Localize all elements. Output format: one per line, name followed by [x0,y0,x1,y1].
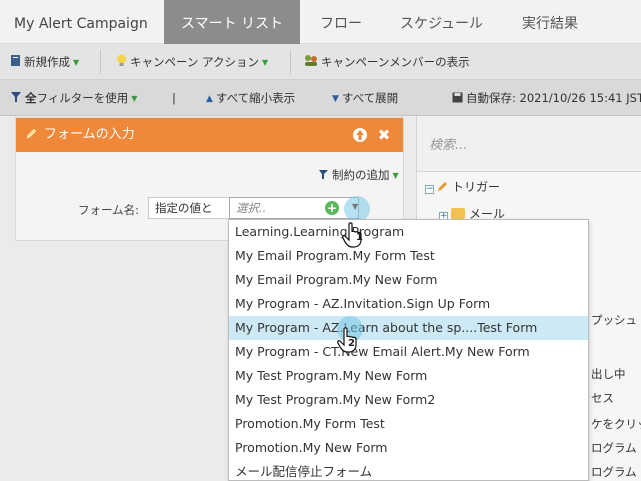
pencil-icon [26,119,38,139]
expand-icon: ▼ [332,93,339,104]
main-toolbar: 新規作成 ▼ キャンペーン アクション ▼ キャンペーンメンバーの表示 [0,44,641,80]
add-constraint-label: 制約の追加 [332,168,390,182]
use-filters-button[interactable]: 全フィルターを使用 ▼ [10,80,137,116]
dropdown-option[interactable]: My Program - AZ.Invitation.Sign Up Form [229,292,588,316]
operator-value: 指定の値と [155,201,213,215]
show-members-button[interactable]: キャンペーンメンバーの表示 [304,44,470,80]
expand-all-label: すべて展開 [341,91,399,105]
dropdown-option[interactable]: Promotion.My New Form [229,436,588,460]
toolbar-divider [290,50,291,74]
search-placeholder: 検索... [429,138,468,153]
tree-label-triggers: トリガー [452,180,501,194]
add-constraint-button[interactable]: 制約の追加 ▼ [318,167,399,183]
campaign-action-label: キャンペーン アクション [130,55,260,69]
use-filters-label: フィルターを使用 [36,91,129,105]
add-value-icon[interactable]: + [325,201,339,215]
collapse-all-button[interactable]: ▲ すべて縮小表示 [206,80,295,116]
tab-flow[interactable]: フロー [306,0,376,44]
filter-header: フォームの入力 ✖ [16,118,403,152]
dropdown-option[interactable]: My Email Program.My Form Test [229,244,588,268]
dropdown-option-highlighted[interactable]: My Program - AZ.Learn about the sp....Te… [229,316,588,340]
tree-item-partial[interactable]: ログラム・ [591,464,641,480]
filter-title: フォームの入力 [44,127,135,142]
filter-toolbar: 全フィルターを使用 ▼ | ▲ すべて縮小表示 ▼ すべて展開 自動保存: 2021/… [0,80,641,116]
lightbulb-icon [116,45,127,81]
tree-item-partial[interactable]: 出し中 [591,366,626,382]
form-name-label: フォーム名: [78,203,140,217]
toolbar-divider [100,50,101,74]
folder-icon [451,208,465,219]
form-dropdown-list: Learning.Learning Program My Email Progr… [228,219,589,481]
tree-item-partial[interactable]: セス [591,390,614,406]
search-input[interactable]: 検索... [417,116,641,172]
operator-select[interactable]: 指定の値と ▼ [148,197,240,219]
form-value-combobox[interactable]: 選択.. [229,197,359,219]
dropdown-option[interactable]: My Email Program.My New Form [229,268,588,292]
dropdown-option[interactable]: Learning.Learning Program [229,220,588,244]
people-icon [304,45,318,81]
filter-icon [318,169,329,183]
dropdown-option[interactable]: My Test Program.My New Form2 [229,388,588,412]
chevron-down-icon: ▼ [352,202,359,211]
top-tab-bar: My Alert Campaign スマート リスト フロー スケジュール 実行… [0,0,641,44]
tab-results[interactable]: 実行結果 [508,0,592,44]
save-icon [452,81,463,117]
use-filters-prefix: 全 [25,91,37,105]
step-number-2: 2 [348,338,355,349]
new-button[interactable]: 新規作成 ▼ [10,44,79,80]
chevron-down-icon: ▼ [131,93,138,103]
new-button-label: 新規作成 [24,55,70,69]
close-icon[interactable]: ✖ [376,127,392,143]
step-number-1: 1 [356,232,363,243]
chevron-down-icon: ▼ [262,57,269,67]
chevron-down-icon: ▼ [392,171,399,180]
filter-icon [10,81,22,117]
tab-schedule[interactable]: スケジュール [386,0,497,44]
new-document-icon [10,45,21,81]
show-members-label: キャンペーンメンバーの表示 [321,55,470,69]
chevron-down-icon: ▼ [73,57,80,67]
tab-smart-list[interactable]: スマート リスト [164,0,300,44]
dropdown-option[interactable]: メール配信停止フォーム [229,460,588,480]
tree-item-partial[interactable]: プッシュ [591,312,637,328]
move-up-icon[interactable] [352,127,368,143]
tree-node-triggers[interactable]: − トリガー [425,178,500,195]
campaign-title: My Alert Campaign [14,16,148,32]
autosave-text: 自動保存: 2021/10/26 15:41 JST [466,91,641,105]
toolbar-divider: | [172,91,176,105]
tree-item-partial[interactable]: ケをクリッ [591,416,641,432]
collapse-toggle-icon[interactable]: − [425,185,434,194]
collapse-all-label: すべて縮小表示 [215,91,296,105]
dropdown-option[interactable]: My Test Program.My New Form [229,364,588,388]
combo-placeholder: 選択.. [236,201,267,215]
autosave-status: 自動保存: 2021/10/26 15:41 JST [452,80,641,116]
expand-all-button[interactable]: ▼ すべて展開 [332,80,398,116]
dropdown-option[interactable]: Promotion.My Form Test [229,412,588,436]
campaign-action-button[interactable]: キャンペーン アクション ▼ [116,44,268,80]
tree-item-partial[interactable]: ログラム・ [591,440,641,456]
dropdown-option[interactable]: My Program - CT.New Email Alert.My New F… [229,340,588,364]
trigger-pencil-icon [437,180,449,195]
collapse-icon: ▲ [206,93,213,104]
